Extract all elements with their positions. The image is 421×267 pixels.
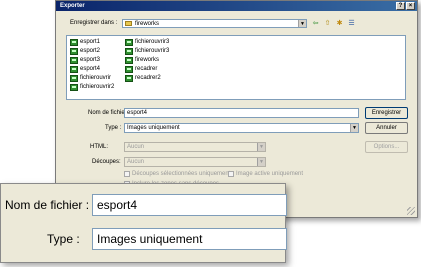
html-value: Aucun <box>127 144 145 150</box>
png-file-icon <box>70 75 78 82</box>
checkbox-box[interactable] <box>228 171 234 177</box>
zoom-type-field[interactable]: Images uniquement <box>92 228 287 250</box>
new-folder-icon[interactable]: ✱ <box>335 19 344 28</box>
list-item[interactable]: esport2 <box>70 47 114 56</box>
window-title: Exporter <box>60 3 85 9</box>
png-file-icon <box>125 66 133 73</box>
type-value: Images uniquement <box>127 125 180 131</box>
save-in-value: fireworks <box>135 21 160 27</box>
chevron-down-icon[interactable]: ▼ <box>257 143 265 151</box>
png-file-icon <box>125 48 133 55</box>
zoom-filename-input[interactable]: esport4 <box>92 194 287 216</box>
png-file-icon <box>70 57 78 64</box>
up-folder-icon[interactable]: ⇧ <box>323 19 332 28</box>
help-button[interactable]: ? <box>396 2 405 10</box>
resize-grip-icon[interactable] <box>407 207 415 215</box>
list-item[interactable]: fichierouvrir <box>70 74 114 83</box>
chevron-down-icon[interactable]: ▼ <box>298 20 306 27</box>
png-file-icon <box>125 75 133 82</box>
file-list[interactable]: esport1 esport2 esport3 esport4 fichiero… <box>66 35 406 100</box>
save-button[interactable]: Enregistrer <box>365 107 408 119</box>
png-file-icon <box>70 84 78 91</box>
slices-label: Découpes: <box>92 159 121 165</box>
png-file-icon <box>70 48 78 55</box>
folder-icon <box>125 21 132 26</box>
zoom-filename-label: Nom de fichier : <box>5 198 90 212</box>
list-item[interactable]: recadrer2 <box>125 74 169 83</box>
png-file-icon <box>125 39 133 46</box>
checkbox-box[interactable] <box>124 171 130 177</box>
zoom-inset: Nom de fichier : esport4 Type : Images u… <box>0 183 287 263</box>
selected-slices-checkbox[interactable]: Découpes sélectionnées uniquement <box>124 171 230 177</box>
save-in-dropdown[interactable]: fireworks ▼ <box>122 19 307 28</box>
png-file-icon <box>70 39 78 46</box>
png-file-icon <box>125 57 133 64</box>
cancel-button[interactable]: Annuler <box>365 122 408 134</box>
save-in-label: Enregistrer dans : <box>70 20 118 26</box>
list-item[interactable]: esport3 <box>70 56 114 65</box>
view-menu-icon[interactable]: ☰ <box>347 19 356 28</box>
list-item[interactable]: recadrer <box>125 65 169 74</box>
title-bar: Exporter ? × <box>56 1 417 11</box>
list-item[interactable]: fichierouvrir3 <box>125 38 169 47</box>
list-item[interactable]: fichierouvrir2 <box>70 83 114 92</box>
options-button[interactable]: Options... <box>365 141 408 153</box>
png-file-icon <box>70 66 78 73</box>
html-label: HTML: <box>90 144 108 150</box>
list-item[interactable]: esport4 <box>70 65 114 74</box>
zoom-type-label: Type : <box>47 232 80 246</box>
chevron-down-icon[interactable]: ▼ <box>257 158 265 166</box>
filename-input[interactable]: esport4 <box>124 108 359 118</box>
chevron-down-icon[interactable]: ▼ <box>350 124 358 132</box>
back-icon[interactable]: ⇦ <box>311 19 320 28</box>
current-frame-checkbox[interactable]: Image active uniquement <box>228 171 303 177</box>
slices-value: Aucun <box>127 159 145 165</box>
list-item[interactable]: fireworks <box>125 56 169 65</box>
list-item[interactable]: esport1 <box>70 38 114 47</box>
close-button[interactable]: × <box>406 2 415 10</box>
type-dropdown[interactable]: Images uniquement ▼ <box>124 123 359 133</box>
list-item[interactable]: fichierouvrir3 <box>125 47 169 56</box>
type-label: Type : <box>105 125 122 131</box>
slices-dropdown[interactable]: Aucun ▼ <box>124 157 266 167</box>
html-dropdown[interactable]: Aucun ▼ <box>124 142 266 152</box>
